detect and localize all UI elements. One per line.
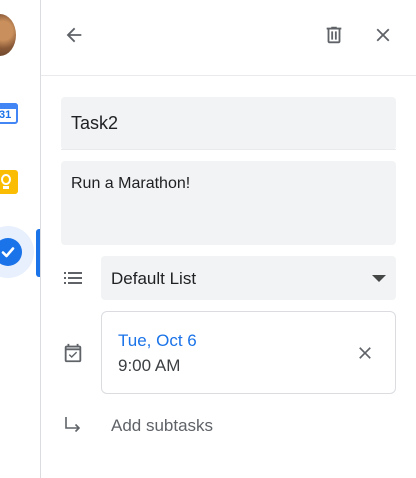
side-app-rail: 31 — [0, 0, 41, 478]
arrow-back-icon — [66, 27, 82, 43]
chevron-down-icon — [372, 275, 386, 282]
close-button[interactable] — [367, 19, 399, 51]
due-date: Tue, Oct 6 — [118, 331, 197, 350]
account-avatar[interactable] — [0, 14, 16, 56]
back-button[interactable] — [58, 19, 90, 51]
task-detail-panel: Run a Marathon! Default List Tue, Oct 6 … — [41, 0, 416, 478]
calendar-icon[interactable]: 31 — [0, 100, 18, 124]
delete-button[interactable] — [318, 19, 350, 51]
close-icon — [376, 28, 390, 42]
clear-date-button[interactable] — [349, 337, 381, 369]
list-dropdown-value: Default List — [111, 269, 197, 288]
due-time: 9:00 AM — [118, 356, 181, 375]
add-subtasks-button[interactable]: Add subtasks — [111, 416, 213, 436]
calendar-badge: 31 — [0, 109, 12, 121]
keep-icon[interactable] — [0, 170, 18, 194]
task-details-input[interactable]: Run a Marathon! — [61, 161, 396, 245]
subdirectory-arrow-icon — [61, 413, 85, 437]
task-title-field — [61, 97, 396, 150]
tasks-app-button[interactable] — [0, 226, 34, 278]
trash-icon — [326, 26, 342, 44]
due-date-card[interactable]: Tue, Oct 6 9:00 AM — [101, 311, 396, 394]
panel-toolbar — [41, 0, 416, 76]
list-dropdown[interactable]: Default List — [101, 256, 396, 300]
list-icon — [61, 266, 85, 290]
close-icon — [359, 347, 371, 359]
task-details-field: Run a Marathon! — [61, 161, 396, 245]
tasks-icon — [0, 238, 22, 266]
event-icon — [61, 341, 85, 365]
task-title-input[interactable] — [61, 97, 396, 150]
